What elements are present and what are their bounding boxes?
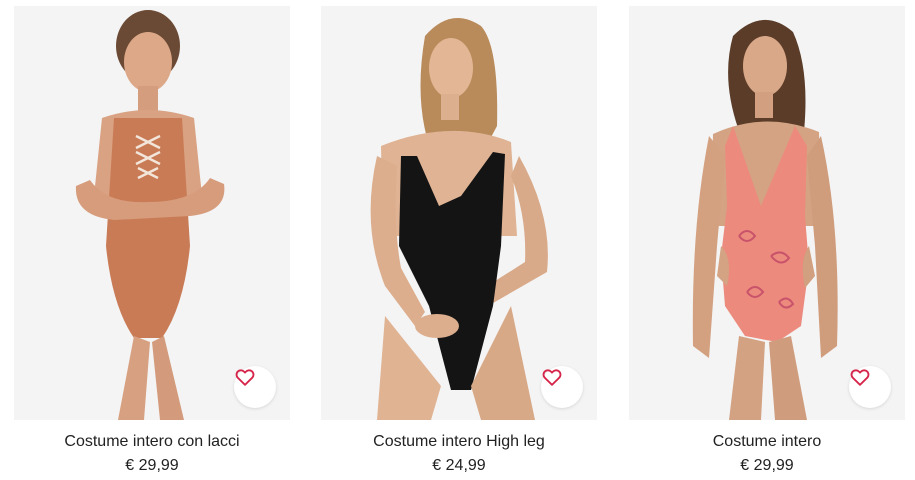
product-card[interactable]: Costume intero con lacci € 29,99 — [14, 6, 290, 476]
product-price: € 29,99 — [125, 457, 179, 474]
product-price: € 29,99 — [740, 457, 794, 474]
product-image[interactable] — [629, 6, 905, 420]
product-title[interactable]: Costume intero High leg — [321, 432, 597, 452]
product-title[interactable]: Costume intero — [629, 432, 905, 452]
model-pink-paisley-swimsuit-image — [629, 6, 905, 420]
product-image[interactable] — [321, 6, 597, 420]
favorite-button[interactable] — [849, 366, 891, 408]
favorite-button[interactable] — [234, 366, 276, 408]
heart-outline-icon — [542, 369, 562, 386]
favorite-button[interactable] — [541, 366, 583, 408]
product-card[interactable]: Costume intero High leg € 24,99 — [321, 6, 597, 476]
product-card[interactable]: Costume intero € 29,99 — [629, 6, 905, 476]
product-image[interactable] — [14, 6, 290, 420]
model-rust-lace-up-swimsuit-image — [14, 6, 290, 420]
heart-outline-icon — [235, 369, 255, 386]
product-grid: Costume intero con lacci € 29,99 Costume… — [0, 0, 915, 480]
model-black-high-leg-swimsuit-image — [321, 6, 597, 420]
product-title[interactable]: Costume intero con lacci — [14, 432, 290, 452]
heart-outline-icon — [850, 369, 870, 386]
product-price: € 24,99 — [432, 457, 486, 474]
